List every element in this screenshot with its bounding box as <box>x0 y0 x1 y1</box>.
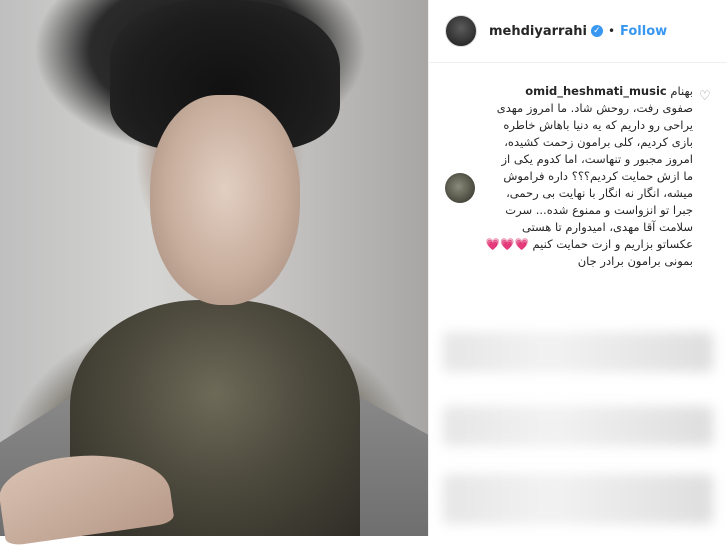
blurred-comments <box>429 314 727 536</box>
comment-body: صفوی رفت، روحش شاد. ما امروز مهدی یراحی … <box>485 101 693 268</box>
author-username[interactable]: mehdiyarrahi <box>489 24 587 39</box>
post-header: mehdiyarrahi ✓ • Follow <box>429 0 727 63</box>
post-photo[interactable] <box>0 0 429 546</box>
comment-prefix: بهنام <box>670 84 693 98</box>
blurred-comment <box>443 474 713 524</box>
author-avatar[interactable] <box>445 15 477 47</box>
instagram-post-view: mehdiyarrahi ✓ • Follow ♡ بهنام omid_hes… <box>0 0 727 546</box>
comment-text-block: بهنام omid_heshmati_music صفوی رفت، روحش… <box>485 83 693 270</box>
blurred-comment <box>443 406 713 446</box>
header-separator: • <box>607 24 616 38</box>
post-sidebar: mehdiyarrahi ✓ • Follow ♡ بهنام omid_hes… <box>429 0 727 536</box>
heart-icon[interactable]: ♡ <box>699 89 713 104</box>
photo-face <box>150 95 300 305</box>
verified-badge-icon: ✓ <box>590 25 603 37</box>
commenter-username[interactable]: omid_heshmati_music <box>525 84 667 98</box>
commenter-avatar[interactable] <box>445 173 475 203</box>
comment-item: ♡ بهنام omid_heshmati_music صفوی رفت، رو… <box>429 63 727 313</box>
follow-button[interactable]: Follow <box>620 24 667 39</box>
blurred-comment <box>443 332 713 372</box>
